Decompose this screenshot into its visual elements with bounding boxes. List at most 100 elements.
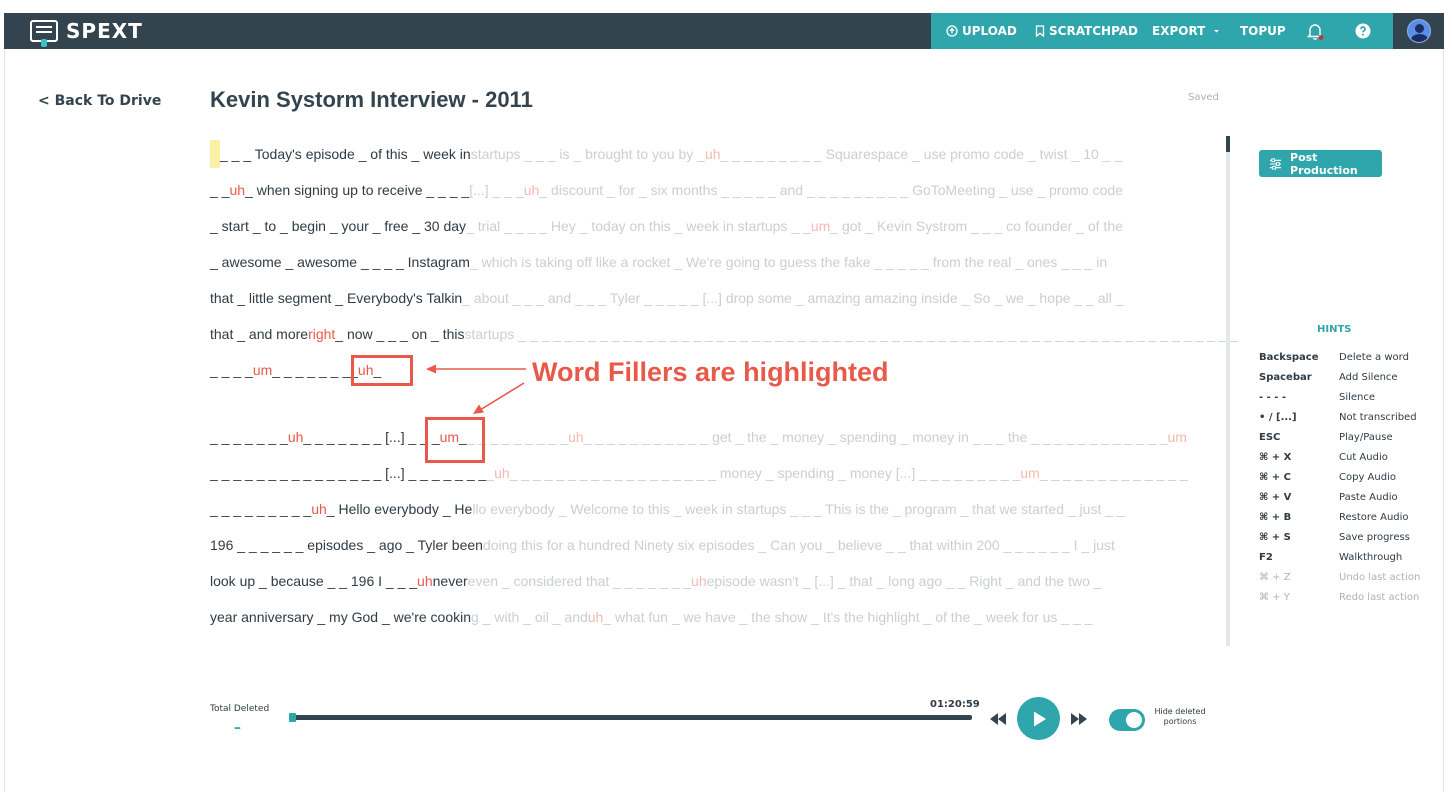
upload-button[interactable]: UPLOAD (946, 13, 1017, 49)
deleted-text[interactable]: startups _ _ _ is _ brought to you by _ (471, 140, 705, 168)
deleted-text[interactable]: _ which is taking off like a rocket _ We… (470, 248, 1107, 276)
transcript-line[interactable]: _ _ _ _ _ _ _ _ _ uh _ Hello everybody _… (210, 495, 1125, 523)
word-filler[interactable]: uh (588, 603, 604, 631)
line-text[interactable]: that _ little segment _ Everybody's Talk… (210, 284, 462, 312)
upload-icon (946, 25, 958, 37)
deleted-text[interactable]: _ _ _ _ _ _ _ _ _ _ _ get _ the _ money … (584, 423, 1168, 451)
deleted-text[interactable]: _ _ _ _ _ _ _ _ _ Squarespace _ use prom… (721, 140, 1123, 168)
transcript-line[interactable]: 196 _ _ _ _ _ _ episodes _ ago _ Tyler b… (210, 531, 1115, 559)
user-menu[interactable] (1393, 13, 1444, 49)
spext-logo[interactable]: SPEXT (30, 18, 143, 47)
transcript-scrollbar[interactable] (1226, 136, 1230, 646)
line-text[interactable]: _ _ _ _ (210, 356, 253, 384)
deleted-text[interactable]: _ (486, 459, 494, 487)
save-status: Saved (1188, 92, 1219, 103)
chevron-down-icon (1214, 30, 1220, 33)
deleted-text[interactable]: even _ considered that _ _ _ _ _ _ _ (468, 567, 691, 595)
line-text[interactable]: never (433, 567, 468, 595)
word-filler[interactable]: um (811, 212, 830, 240)
back-to-drive-link[interactable]: < Back To Drive (38, 93, 161, 109)
line-text[interactable]: _ _ _ _ _ _ _ (210, 423, 288, 451)
word-filler[interactable]: um (1167, 423, 1186, 451)
hint-key: ⌘ + Z (1259, 572, 1291, 583)
line-text[interactable]: that _ and more (210, 320, 308, 348)
total-deleted-label: Total Deleted (210, 704, 270, 714)
hide-deleted-toggle[interactable] (1109, 709, 1145, 731)
transcript-line[interactable]: _ _ _ Today's episode _ of this _ week i… (210, 140, 1122, 168)
word-filler[interactable]: uh (524, 176, 540, 204)
play-button[interactable] (1017, 697, 1060, 740)
export-dropdown[interactable]: EXPORT (1152, 13, 1223, 49)
rewind-button[interactable] (989, 711, 1007, 730)
line-text[interactable]: _ _ _ _ _ _ _ _ _ _ _ _ _ _ _ [...] _ _ … (210, 459, 486, 487)
line-text[interactable]: _ awesome _ awesome _ _ _ _ Instagram (210, 248, 470, 276)
deleted-text[interactable]: llo everybody _ Welcome to this _ week i… (472, 495, 1124, 523)
line-text[interactable]: _ when signing up to receive _ _ _ _ (245, 176, 469, 204)
deleted-text[interactable]: _ got _ Kevin Systrom _ _ _ co founder _… (830, 212, 1123, 240)
word-filler[interactable]: uh (494, 459, 510, 487)
deleted-text[interactable]: episode wasn't _ [...] _ that _ long ago… (707, 567, 1102, 595)
transcript-line[interactable]: _ start _ to _ begin _ your _ free _ 30 … (210, 212, 1123, 240)
word-filler[interactable]: uh (417, 567, 433, 595)
hint-key: ⌘ + C (1259, 472, 1291, 483)
transcript-line[interactable]: _ awesome _ awesome _ _ _ _ Instagram _ … (210, 248, 1107, 276)
scratchpad-button[interactable]: SCRATCHPAD (1035, 13, 1138, 49)
hint-desc: Play/Pause (1339, 432, 1393, 443)
transcript-line[interactable]: _ _ _ _ _ _ _ _ _ _ _ _ _ _ _ [...] _ _ … (210, 459, 1188, 487)
deleted-text[interactable]: _ _ _ _ _ _ _ _ _ _ _ _ _ (1040, 459, 1188, 487)
playback-time: 01:20:59 (930, 699, 980, 710)
word-filler[interactable]: um (253, 356, 272, 384)
transcript-line[interactable]: that _ little segment _ Everybody's Talk… (210, 284, 1124, 312)
play-icon (1033, 711, 1046, 726)
hint-key: ⌘ + X (1259, 452, 1292, 463)
deleted-text[interactable]: [...] _ _ _ (469, 176, 523, 204)
hide-deleted-label: Hide deleted portions (1154, 707, 1206, 726)
line-text[interactable]: _ now _ _ _ on _ this (335, 320, 464, 348)
word-filler[interactable]: uh (229, 176, 245, 204)
notifications-button[interactable] (1305, 13, 1325, 49)
hint-desc: Silence (1339, 392, 1376, 403)
logo-text: SPEXT (66, 19, 143, 43)
deleted-text[interactable]: _ _ _ _ _ _ _ _ _ _ _ _ _ _ _ _ _ _ mone… (510, 459, 1021, 487)
deleted-text[interactable]: _ trial _ _ _ _ Hey _ today on this _ we… (466, 212, 811, 240)
line-text[interactable]: _ _ _ _ _ _ _ _ _ (210, 495, 311, 523)
deleted-text[interactable]: startups _ _ _ _ _ _ _ _ _ _ _ _ _ _ _ _… (465, 320, 1239, 348)
fast-forward-button[interactable] (1070, 711, 1088, 730)
word-filler[interactable]: uh (288, 423, 304, 451)
line-text[interactable]: _ _ (210, 176, 229, 204)
playback-progress-bar[interactable] (290, 715, 972, 720)
transcript-line[interactable]: _ _ uh _ when signing up to receive _ _ … (210, 176, 1123, 204)
transcript-line[interactable]: year anniversary _ my God _ we're cookin… (210, 603, 1092, 631)
deleted-text[interactable]: _ discount _ for _ six months _ _ _ _ _ … (539, 176, 1123, 204)
word-filler[interactable]: uh (705, 140, 721, 168)
transcript-line[interactable]: _ _ _ _ _ _ _ uh _ _ _ _ _ _ _ [...] _ _… (210, 423, 1187, 451)
transcript-line[interactable]: look up _ because _ _ 196 I _ _ _ uh nev… (210, 567, 1102, 595)
line-text[interactable]: _ Hello everybody _ He (327, 495, 473, 523)
deleted-text[interactable]: _ about _ _ _ and _ _ _ Tyler _ _ _ _ _ … (462, 284, 1123, 312)
scrollbar-thumb[interactable] (1226, 136, 1230, 152)
rewind-icon (990, 713, 1006, 725)
help-button[interactable] (1355, 13, 1371, 49)
progress-handle[interactable] (289, 713, 296, 722)
line-text[interactable]: year anniversary _ my God _ we're cookin (210, 603, 471, 631)
line-text[interactable]: _ _ _ _ _ _ _ [...] _ _ _ (303, 423, 439, 451)
deleted-text[interactable]: g _ with _ oil _ and (471, 603, 588, 631)
word-filler[interactable]: uh (311, 495, 327, 523)
deleted-text[interactable]: doing this for a hundred Ninety six epis… (483, 531, 1115, 559)
line-text[interactable]: 196 _ _ _ _ _ _ episodes _ ago _ Tyler b… (210, 531, 483, 559)
line-text[interactable]: look up _ because _ _ 196 I _ _ _ (210, 567, 417, 595)
word-filler[interactable]: uh (691, 567, 707, 595)
fast-forward-icon (1071, 713, 1087, 725)
line-text[interactable]: _ _ _ Today's episode _ of this _ week i… (220, 140, 471, 168)
transcript-line[interactable]: that _ and more right _ now _ _ _ on _ t… (210, 320, 1238, 348)
post-production-button[interactable]: Post Production (1259, 150, 1382, 177)
word-filler[interactable]: uh (568, 423, 584, 451)
word-filler[interactable]: right (308, 320, 335, 348)
deleted-text[interactable]: _ what fun _ we have _ the show _ It's t… (603, 603, 1092, 631)
line-text[interactable]: _ _ _ _ _ _ _ (272, 356, 350, 384)
hint-desc: Redo last action (1339, 592, 1420, 603)
line-text[interactable]: _ start _ to _ begin _ your _ free _ 30 … (210, 212, 466, 240)
topup-button[interactable]: TOPUP (1240, 13, 1286, 49)
word-filler[interactable]: um (1020, 459, 1039, 487)
page-title[interactable]: Kevin Systorm Interview - 2011 (210, 87, 533, 113)
